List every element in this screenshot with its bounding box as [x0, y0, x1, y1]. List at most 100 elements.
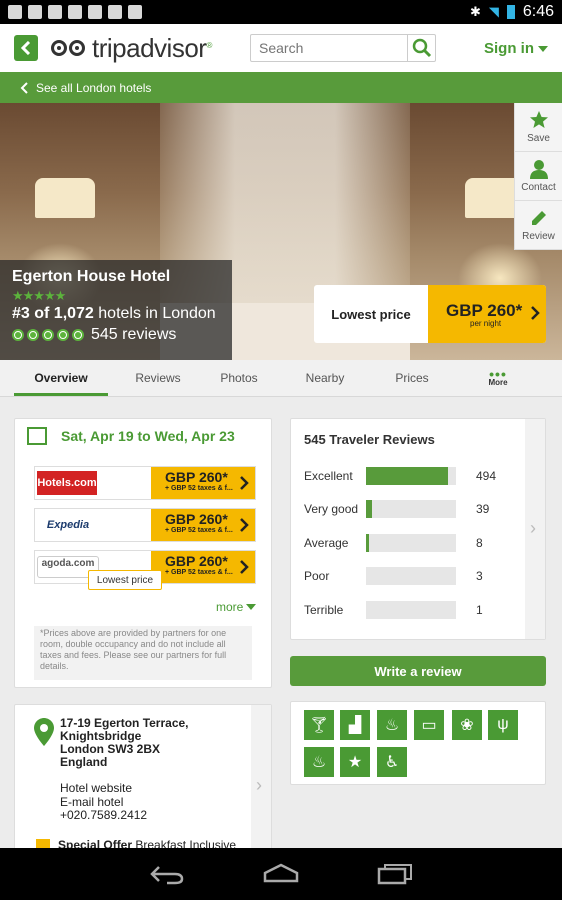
contact-button[interactable]: Contact: [515, 152, 562, 201]
tab-label: Prices: [395, 371, 429, 385]
partner-row-expedia[interactable]: Expedia GBP 260* + GBP 52 taxes & f...: [34, 508, 256, 542]
back-arrow-icon: [21, 41, 31, 55]
review-row-excellent: Excellent 494: [304, 466, 514, 486]
price-disclaimer: *Prices above are provided by partners f…: [34, 626, 252, 680]
save-button[interactable]: Save: [515, 103, 562, 152]
restaurant-chef-icon: ♨︎: [377, 710, 407, 740]
camera-icon: [128, 5, 142, 19]
bluetooth-icon: ✱: [469, 4, 481, 19]
review-label: Average: [304, 536, 349, 550]
lowest-price-value: GBP 260* per night: [428, 285, 546, 343]
address-line: England: [60, 755, 108, 769]
sign-in-label: Sign in: [484, 40, 534, 57]
tab-label: Reviews: [135, 371, 181, 385]
hotel-phone[interactable]: +020.7589.2412: [60, 808, 147, 823]
bubble-rating[interactable]: 545 reviews: [12, 326, 220, 344]
hotel-website-link[interactable]: Hotel website: [60, 781, 147, 796]
see-all-hotels-link[interactable]: See all London hotels: [0, 72, 562, 103]
chevron-down-icon: [538, 45, 548, 52]
chevron-right-icon: ›: [256, 775, 262, 795]
review-bar: [366, 467, 456, 485]
review-bar-fill: [366, 534, 369, 552]
hotel-rank: #3 of 1,072 hotels in London: [12, 305, 220, 323]
rating-bubble: [27, 329, 39, 341]
tab-label: Photos: [220, 371, 258, 385]
wifi-icon: ◥: [488, 4, 499, 19]
hotel-star-rating: ★★★★★: [12, 288, 66, 303]
pets-icon: ❀: [452, 710, 482, 740]
dining-icon: ψ: [488, 710, 518, 740]
status-bar: ✱ ◥ 6:46: [0, 0, 562, 24]
review-bar-fill: [366, 500, 373, 518]
address-line: Knightsbridge: [60, 729, 142, 743]
tab-overview[interactable]: Overview: [0, 360, 122, 396]
partner-price: GBP 260* + GBP 52 taxes & f...: [151, 467, 255, 499]
price-amount: GBP 260*: [446, 300, 523, 320]
review-button[interactable]: Review: [515, 201, 562, 250]
chevron-right-icon: [240, 518, 249, 532]
tab-prices[interactable]: Prices: [366, 360, 458, 396]
sign-in-button[interactable]: Sign in: [484, 40, 548, 57]
save-label: Save: [527, 133, 550, 144]
write-review-button[interactable]: Write a review: [290, 656, 546, 686]
back-icon[interactable]: [149, 863, 185, 885]
hotel-info-overlay: Egerton House Hotel ★★★★★ #3 of 1,072 ho…: [0, 260, 232, 360]
wheelchair-icon: ♿︎: [377, 747, 407, 777]
bar-icon: 🍸︎: [304, 710, 334, 740]
review-label: Very good: [304, 502, 359, 516]
download-icon: [28, 5, 42, 19]
more-label: more: [216, 600, 244, 614]
map-pin-icon: [34, 718, 54, 746]
search-input[interactable]: [251, 35, 407, 61]
reviews-title: 545 Traveler Reviews: [304, 432, 435, 447]
download-icon: [48, 5, 62, 19]
review-count-value: 494: [476, 469, 497, 483]
tab-label: Overview: [34, 371, 88, 385]
hotels-com-logo: Hotels.com: [37, 471, 97, 495]
review-count-value: 1: [476, 603, 483, 617]
email-hotel-link[interactable]: E-mail hotel: [60, 795, 147, 810]
partner-row-hotels-com[interactable]: Hotels.com GBP 260* + GBP 52 taxes & f..…: [34, 466, 256, 500]
notification-icons: [8, 5, 470, 19]
review-label: Poor: [304, 569, 330, 583]
lowest-price-label: Lowest price: [331, 306, 411, 322]
review-bar: [366, 534, 456, 552]
review-row-average: Average 8: [304, 533, 514, 553]
back-button[interactable]: [14, 35, 38, 61]
photo-lamp: [35, 178, 95, 218]
rank-text: hotels in London: [93, 305, 216, 322]
recent-apps-icon[interactable]: [377, 863, 413, 885]
rating-bubble: [72, 329, 84, 341]
pencil-icon: [531, 211, 546, 225]
more-prices-link[interactable]: more: [216, 600, 257, 614]
lowest-price-button[interactable]: Lowest price GBP 260* per night: [314, 285, 546, 343]
review-count-value: 39: [476, 502, 490, 516]
review-label: Review: [522, 231, 555, 242]
star-icon: ★: [340, 747, 370, 777]
tripadvisor-logo[interactable]: tripadvisor ®: [50, 33, 212, 64]
contact-label: Contact: [521, 182, 556, 193]
room-service-icon: ▟: [340, 710, 370, 740]
tab-nearby[interactable]: Nearby: [284, 360, 366, 396]
tab-photos[interactable]: Photos: [194, 360, 284, 396]
chevron-right-icon: [240, 560, 249, 574]
tab-reviews[interactable]: Reviews: [122, 360, 194, 396]
date-selector[interactable]: Sat, Apr 19 to Wed, Apr 23: [15, 419, 271, 453]
chevron-right-icon: [531, 306, 540, 320]
rating-bubble: [12, 329, 24, 341]
person-icon: [529, 160, 548, 179]
review-row-very-good: Very good 39: [304, 499, 514, 519]
tab-more[interactable]: ••• More: [458, 360, 538, 396]
app-header: tripadvisor ® Sign in: [0, 24, 562, 72]
image-icon: [8, 5, 22, 19]
battery-icon: [506, 5, 515, 19]
hotel-name: Egerton House Hotel: [12, 268, 171, 285]
search-button[interactable]: [407, 35, 435, 61]
rank-number: #3 of 1,072: [12, 305, 94, 322]
review-row-terrible: Terrible 1: [304, 600, 514, 620]
chevron-right-icon: [240, 476, 249, 490]
review-count-value: 3: [476, 569, 483, 583]
home-icon[interactable]: [263, 863, 299, 885]
review-bar: [366, 567, 456, 585]
review-bar-fill: [366, 467, 448, 485]
